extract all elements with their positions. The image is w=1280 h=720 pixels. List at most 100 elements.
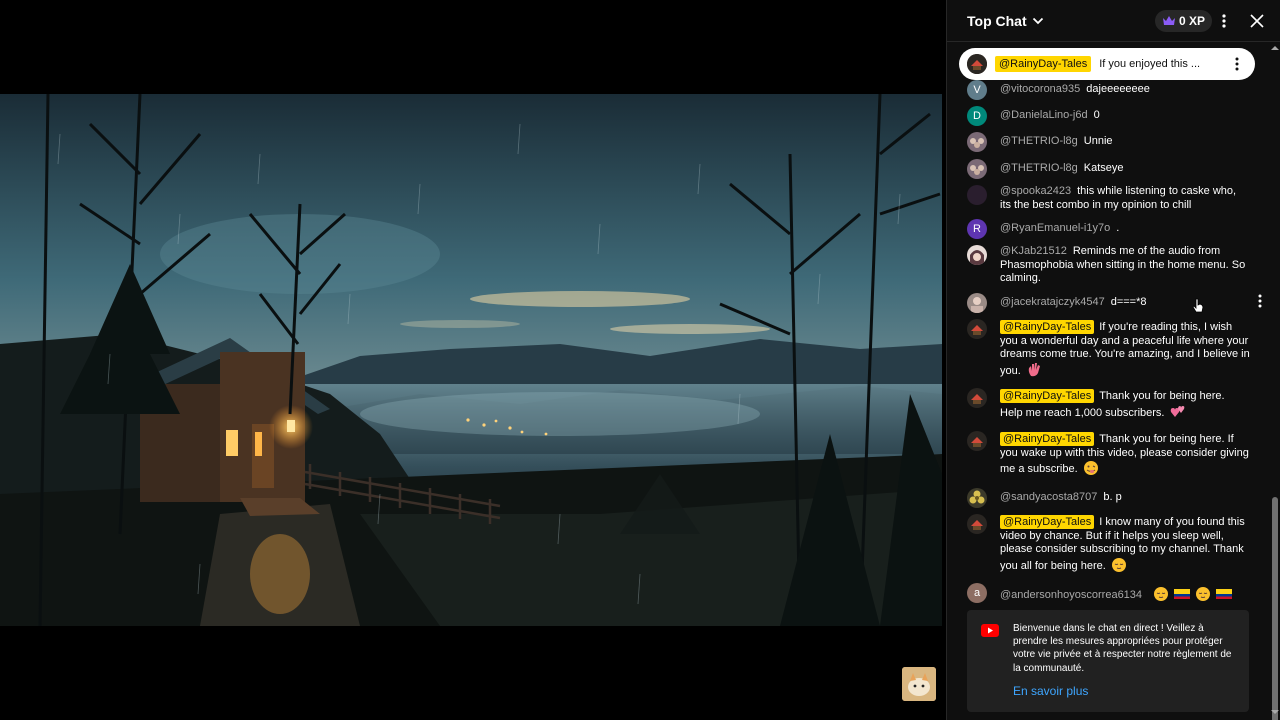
sleepy-face-emoji-icon [1111, 557, 1126, 572]
xp-badge[interactable]: 0 XP [1155, 10, 1213, 32]
more-options-button[interactable] [1214, 11, 1234, 31]
chat-scrollbar[interactable] [1269, 42, 1280, 720]
message-text: b. p [1103, 491, 1122, 503]
message-text: Unnie [1083, 135, 1113, 147]
chat-message: @RainyDay-Tales Thank you for being here.… [967, 431, 1267, 477]
waving-hand-emoji-icon [1028, 362, 1040, 376]
cabin-avatar-image [967, 431, 987, 451]
author-name[interactable]: @spooka2423 [1000, 185, 1071, 197]
avatar[interactable] [967, 388, 987, 408]
avatar[interactable]: D [967, 106, 987, 126]
pinned-text: If you enjoyed this ... [1099, 58, 1201, 70]
message-text: Katseye [1083, 162, 1124, 174]
cabin-avatar-image [967, 388, 987, 408]
avatar[interactable]: a [967, 583, 987, 603]
avatar[interactable] [967, 245, 987, 265]
author-name[interactable]: @THETRIO-l8g [1000, 162, 1078, 174]
youtube-icon [981, 624, 999, 637]
owner-badge[interactable]: @RainyDay-Tales [1000, 320, 1095, 334]
hand-cursor-icon [1192, 298, 1204, 313]
message-text: dajeeeeeeee [1086, 83, 1150, 95]
avatar[interactable] [967, 132, 987, 152]
scrollbar-thumb[interactable] [1272, 497, 1278, 720]
avatar[interactable] [967, 185, 987, 205]
author-name[interactable]: @vitocorona935 [1000, 83, 1080, 95]
welcome-text: Bienvenue dans le chat en direct ! Veill… [1013, 623, 1232, 674]
author-name[interactable]: @sandyacosta8707 [1000, 491, 1097, 503]
chat-message: @KJab21512 Reminds me of the audio from P… [967, 245, 1267, 286]
chat-message: @THETRIO-l8g Unnie [967, 132, 1267, 152]
owner-badge[interactable]: @RainyDay-Tales [1000, 515, 1095, 529]
rainy-cabin-scene [0, 94, 942, 626]
chat-message: @THETRIO-l8g Katseye [967, 159, 1267, 179]
learn-more-link[interactable]: En savoir plus [1013, 684, 1088, 698]
chat-message: @RainyDay-Tales I know many of you found … [967, 514, 1267, 573]
chat-mode-label: Top Chat [967, 12, 1027, 29]
pinned-message[interactable]: @RainyDay-Tales If you enjoyed this ... [959, 48, 1255, 80]
chat-message: R @RyanEmanuel-i1y7o. [967, 219, 1267, 239]
avatar[interactable] [967, 319, 987, 339]
close-icon [1250, 14, 1264, 28]
scroll-down-arrow-icon[interactable] [1271, 708, 1279, 716]
avatar[interactable] [967, 514, 987, 534]
chat-message-list: V @vitocorona935 dajeeeeeeee D @DanielaLi… [947, 80, 1269, 605]
owner-badge[interactable]: @RainyDay-Tales [1000, 432, 1095, 446]
group-avatar-image [967, 159, 987, 179]
chat-message: @spooka2423 this while listening to caske… [967, 185, 1267, 212]
author-name[interactable]: @jacekratajczyk4547 [1000, 296, 1105, 308]
avatar[interactable] [967, 293, 987, 313]
video-player[interactable] [0, 0, 946, 720]
chat-message: D @DanielaLino-j6d 0 [967, 106, 1267, 126]
video-frame-rainy-cabin[interactable] [0, 94, 942, 626]
chat-message: @RainyDay-Tales Thank you for being here.… [967, 388, 1267, 420]
colombia-flag-emoji-icon [1216, 589, 1233, 599]
pinned-avatar [967, 54, 987, 74]
chat-message: @RainyDay-Tales If you're reading this, I… [967, 319, 1267, 378]
owner-badge[interactable]: @RainyDay-Tales [1000, 389, 1095, 403]
chat-message: @sandyacosta8707 b. p [967, 488, 1267, 508]
cabin-avatar-image [967, 319, 987, 339]
avatar[interactable] [967, 431, 987, 451]
author-name[interactable]: @THETRIO-l8g [1000, 135, 1078, 147]
chevron-down-icon [1032, 17, 1043, 24]
cabin-avatar-image [967, 54, 987, 74]
cabin-avatar-image [967, 514, 987, 534]
avatar[interactable] [967, 488, 987, 508]
chat-header: Top Chat 0 XP [947, 0, 1280, 42]
chat-message: @jacekratajczyk4547 d===*8 [967, 293, 1267, 313]
chat-message: V @vitocorona935 dajeeeeeeee [967, 80, 1267, 100]
sleepy-face-emoji-icon [1154, 587, 1169, 601]
flower-avatar-image [967, 488, 987, 508]
scroll-up-arrow-icon[interactable] [1271, 44, 1279, 52]
channel-thumbnail[interactable] [902, 667, 936, 701]
author-name[interactable]: @DanielaLino-j6d [1000, 109, 1088, 121]
avatar[interactable]: V [967, 80, 987, 100]
avatar[interactable]: R [967, 219, 987, 239]
cat-image [902, 667, 936, 701]
message-text: . [1116, 222, 1120, 234]
group-avatar-image [967, 132, 987, 152]
message-text: d===*8 [1110, 296, 1147, 308]
chat-message: a @andersonhoyoscorrea6134 [967, 583, 1267, 603]
more-vert-icon [1222, 14, 1226, 28]
more-vert-icon[interactable] [1253, 293, 1267, 309]
avatar[interactable] [967, 159, 987, 179]
tongue-face-emoji-icon [1083, 461, 1098, 475]
xp-value: 0 XP [1179, 14, 1206, 28]
anime-avatar-image [967, 245, 987, 265]
author-name[interactable]: @KJab21512 [1000, 245, 1067, 257]
live-chat-panel: Top Chat 0 XP @RainyDay-Tales If you enj… [946, 0, 1280, 720]
colombia-flag-emoji-icon [1174, 589, 1191, 599]
author-name[interactable]: @andersonhoyoscorrea6134 [1000, 589, 1142, 601]
two-hearts-emoji-icon [1170, 405, 1184, 417]
close-chat-button[interactable] [1247, 11, 1267, 31]
pinned-author[interactable]: @RainyDay-Tales [995, 56, 1092, 72]
crown-icon [1163, 16, 1175, 25]
screen: Top Chat 0 XP @RainyDay-Tales If you enj… [0, 0, 1280, 720]
welcome-notice: Bienvenue dans le chat en direct ! Veill… [967, 610, 1249, 712]
more-vert-icon[interactable] [1229, 56, 1245, 72]
chat-mode-dropdown[interactable]: Top Chat [967, 13, 1045, 29]
author-name[interactable]: @RyanEmanuel-i1y7o [1000, 222, 1110, 234]
person-avatar-image [967, 293, 987, 313]
sleepy-face-emoji-icon [1196, 587, 1211, 601]
